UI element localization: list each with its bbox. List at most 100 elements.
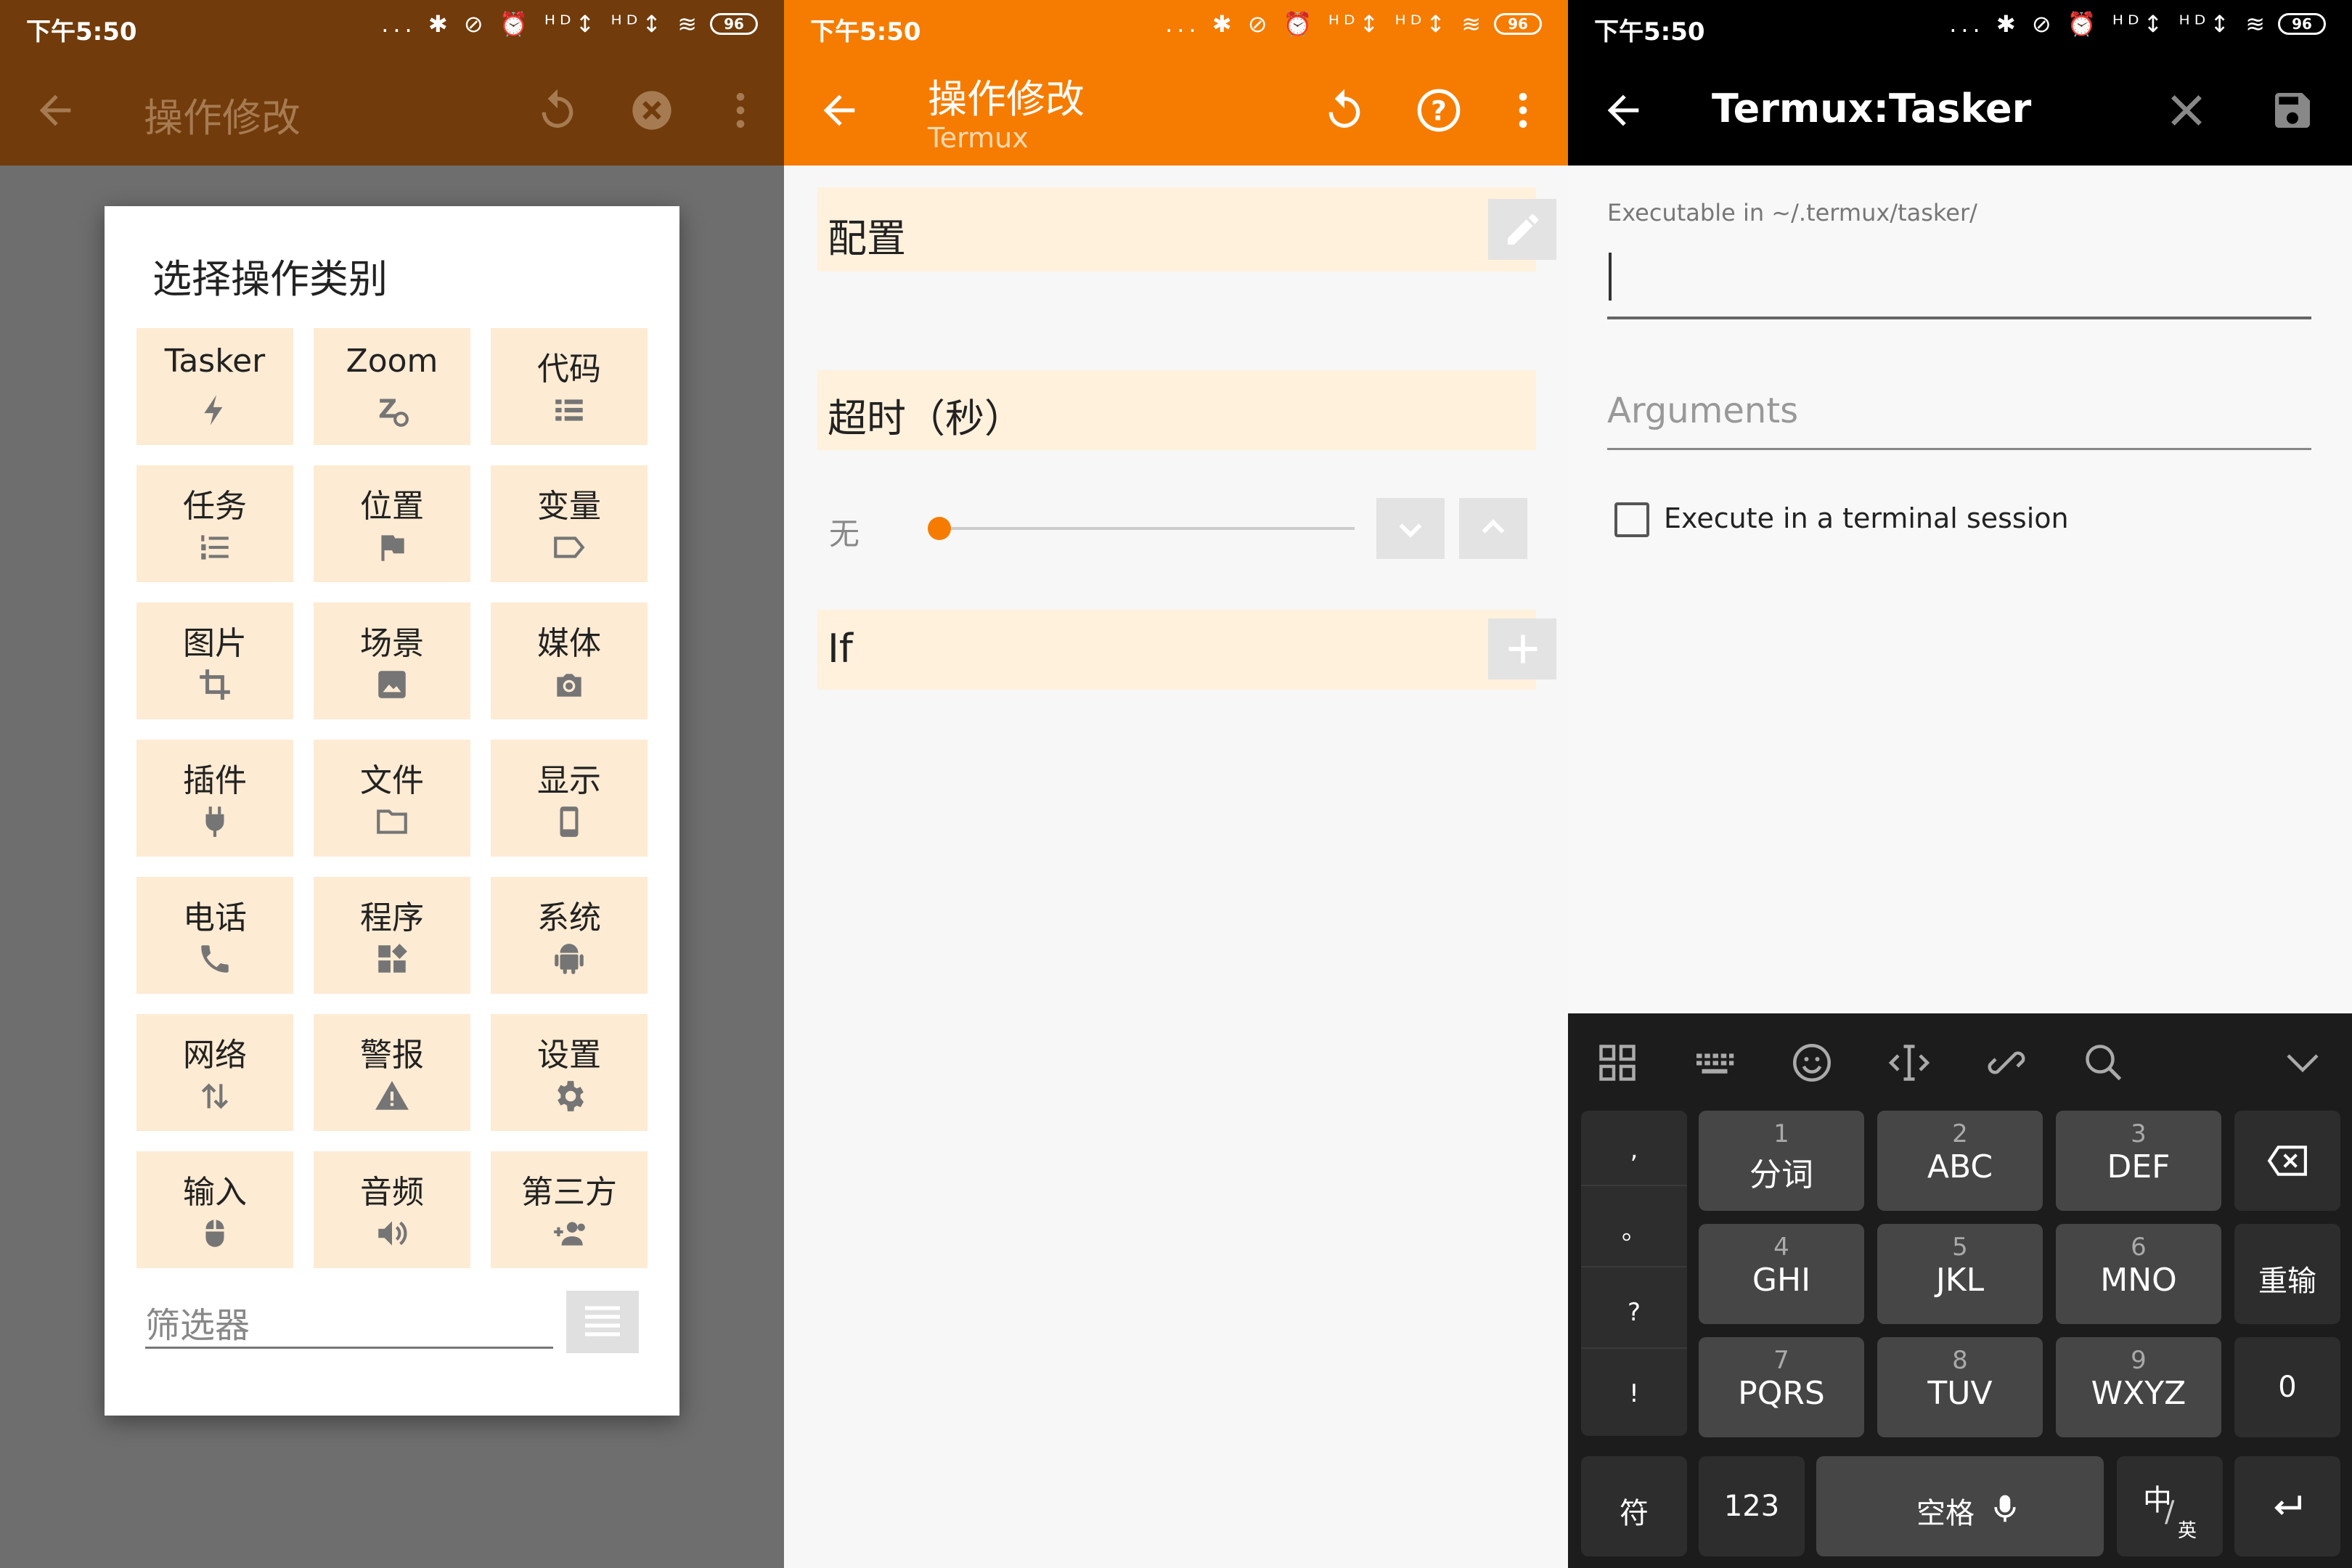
back-arrow-icon[interactable]	[1600, 87, 1646, 134]
list-icon	[555, 399, 583, 421]
punctuation-key[interactable]: ?	[1581, 1276, 1687, 1349]
category-tile[interactable]: 网络	[136, 1014, 293, 1131]
toolbar-title: 操作修改	[144, 95, 301, 141]
svg-text:?: ?	[1431, 94, 1447, 126]
arguments-input[interactable]: Arguments	[1607, 377, 2311, 450]
people-add-icon	[554, 1222, 585, 1246]
t9-key[interactable]: 4 GHI	[1699, 1224, 1864, 1324]
category-tile[interactable]: 位置	[314, 465, 470, 582]
t9-key[interactable]: 3 DEF	[2056, 1111, 2221, 1211]
undo-icon[interactable]	[534, 87, 581, 134]
t9-key[interactable]: 9 WXYZ	[2056, 1337, 2221, 1437]
category-tile[interactable]: 任务	[136, 465, 293, 582]
select-category-dialog: 选择操作类别 Tasker Zoom Z 代码 任务 位置 变量 图片 场景 媒体 插件 文件 显示 电话…	[105, 206, 679, 1416]
clipboard-link-icon[interactable]	[1985, 1041, 2028, 1085]
delete-key[interactable]	[2234, 1111, 2340, 1211]
category-tile[interactable]: 第三方	[491, 1151, 648, 1268]
category-label: 警报	[360, 1037, 424, 1074]
t9-key[interactable]: 6 MNO	[2056, 1224, 2221, 1324]
number-mode-key[interactable]: 123	[1699, 1456, 1805, 1556]
category-tile[interactable]: 输入	[136, 1151, 293, 1268]
panel-termux-tasker: 下午5:50 ... ✱ ⊘ ⏰ ᴴᴰ↕ ᴴᴰ↕ ≋ 96 Termux:Task…	[1568, 0, 2352, 1568]
keyboard-icon[interactable]	[1693, 1041, 1736, 1085]
close-icon[interactable]	[2163, 87, 2210, 134]
category-tile[interactable]: 代码	[491, 328, 648, 445]
t9-key-number: 7	[1773, 1346, 1789, 1375]
category-tile[interactable]: 电话	[136, 877, 293, 994]
search-icon[interactable]	[2082, 1041, 2126, 1085]
t9-key[interactable]: 5 JKL	[1877, 1224, 2043, 1324]
more-vert-icon[interactable]	[1500, 87, 1546, 134]
symbols-key[interactable]: 符	[1581, 1456, 1687, 1556]
enter-key[interactable]	[2234, 1456, 2340, 1556]
t9-key-number: 2	[1952, 1119, 1968, 1148]
punctuation-key[interactable]: 。	[1581, 1195, 1687, 1267]
close-circle-icon[interactable]	[629, 87, 675, 134]
zero-key[interactable]: 0	[2234, 1337, 2340, 1437]
language-switch-key[interactable]: 中 / 英	[2117, 1456, 2223, 1556]
filter-input[interactable]: 筛选器	[145, 1288, 553, 1349]
text-cursor	[1609, 253, 1612, 301]
language-en-label: 英	[2178, 1520, 2197, 1542]
category-tile[interactable]: 插件	[136, 740, 293, 857]
category-tile[interactable]: 媒体	[491, 603, 648, 719]
back-arrow-icon[interactable]	[32, 87, 78, 134]
more-vert-icon[interactable]	[717, 87, 764, 134]
edit-config-button[interactable]	[1488, 199, 1556, 260]
category-tile[interactable]: 程序	[314, 877, 470, 994]
timeout-label: 超时（秒）	[828, 396, 1024, 441]
category-tile[interactable]: 变量	[491, 465, 648, 582]
reenter-key[interactable]: 重输	[2234, 1224, 2340, 1324]
terminal-checkbox[interactable]	[1614, 502, 1649, 537]
timeout-decrease-button[interactable]	[1376, 498, 1445, 559]
t9-key[interactable]: 1 分词	[1699, 1111, 1864, 1211]
category-tile[interactable]: 警报	[314, 1014, 470, 1131]
category-tile[interactable]: 音频	[314, 1151, 470, 1268]
emoji-icon[interactable]	[1790, 1041, 1834, 1085]
category-tile[interactable]: 文件	[314, 740, 470, 857]
android-icon	[555, 944, 584, 974]
category-tile[interactable]: 系统	[491, 877, 648, 994]
timeout-slider-track[interactable]	[936, 527, 1355, 530]
t9-key[interactable]: 2 ABC	[1877, 1111, 2043, 1211]
filter-list-button[interactable]	[566, 1291, 639, 1353]
t9-key[interactable]: 8 TUV	[1877, 1337, 2043, 1437]
punctuation-key[interactable]: !	[1581, 1357, 1687, 1430]
category-label: 场景	[360, 625, 424, 662]
category-tile[interactable]: Tasker	[136, 328, 293, 445]
save-icon[interactable]	[2269, 87, 2316, 134]
plus-icon	[1508, 634, 1538, 663]
executable-input[interactable]	[1607, 240, 2311, 319]
camera-icon	[557, 674, 581, 697]
terminal-checkbox-label[interactable]: Execute in a terminal session	[1664, 502, 2069, 534]
help-icon[interactable]: ?	[1416, 87, 1462, 134]
lines-icon	[585, 1306, 620, 1336]
category-tile[interactable]: Zoom Z	[314, 328, 470, 445]
category-tile[interactable]: 设置	[491, 1014, 648, 1131]
space-key[interactable]: 空格	[1816, 1456, 2104, 1556]
add-condition-button[interactable]	[1488, 618, 1556, 679]
grid-icon[interactable]	[1596, 1041, 1639, 1085]
t9-key[interactable]: 7 PQRS	[1699, 1337, 1864, 1437]
back-arrow-icon[interactable]	[816, 87, 862, 134]
space-label: 空格	[1916, 1497, 1975, 1530]
warning-icon	[375, 1081, 409, 1110]
image-icon	[378, 671, 406, 698]
t9-key-letters: GHI	[1752, 1262, 1811, 1299]
category-tile[interactable]: 场景	[314, 603, 470, 719]
punctuation-key[interactable]: ,	[1581, 1114, 1687, 1186]
timeout-increase-button[interactable]	[1459, 498, 1527, 559]
number-mode-label: 123	[1723, 1490, 1780, 1523]
category-tile[interactable]: 显示	[491, 740, 648, 857]
timeout-slider-thumb[interactable]	[928, 517, 951, 540]
cursor-move-icon[interactable]	[1887, 1041, 1931, 1085]
status-bar: 下午5:50 ... ✱ ⊘ ⏰ ᴴᴰ↕ ᴴᴰ↕ ≋ 96	[784, 0, 1568, 55]
undo-icon[interactable]	[1321, 87, 1368, 134]
collapse-keyboard-icon[interactable]	[2281, 1041, 2324, 1085]
category-tile[interactable]: 图片	[136, 603, 293, 719]
zoom-settings-icon: Z	[378, 394, 409, 427]
category-label: 第三方	[521, 1174, 617, 1211]
if-section: If	[817, 610, 1556, 690]
t9-key-number: 6	[2131, 1233, 2147, 1262]
category-label: 系统	[537, 899, 601, 936]
